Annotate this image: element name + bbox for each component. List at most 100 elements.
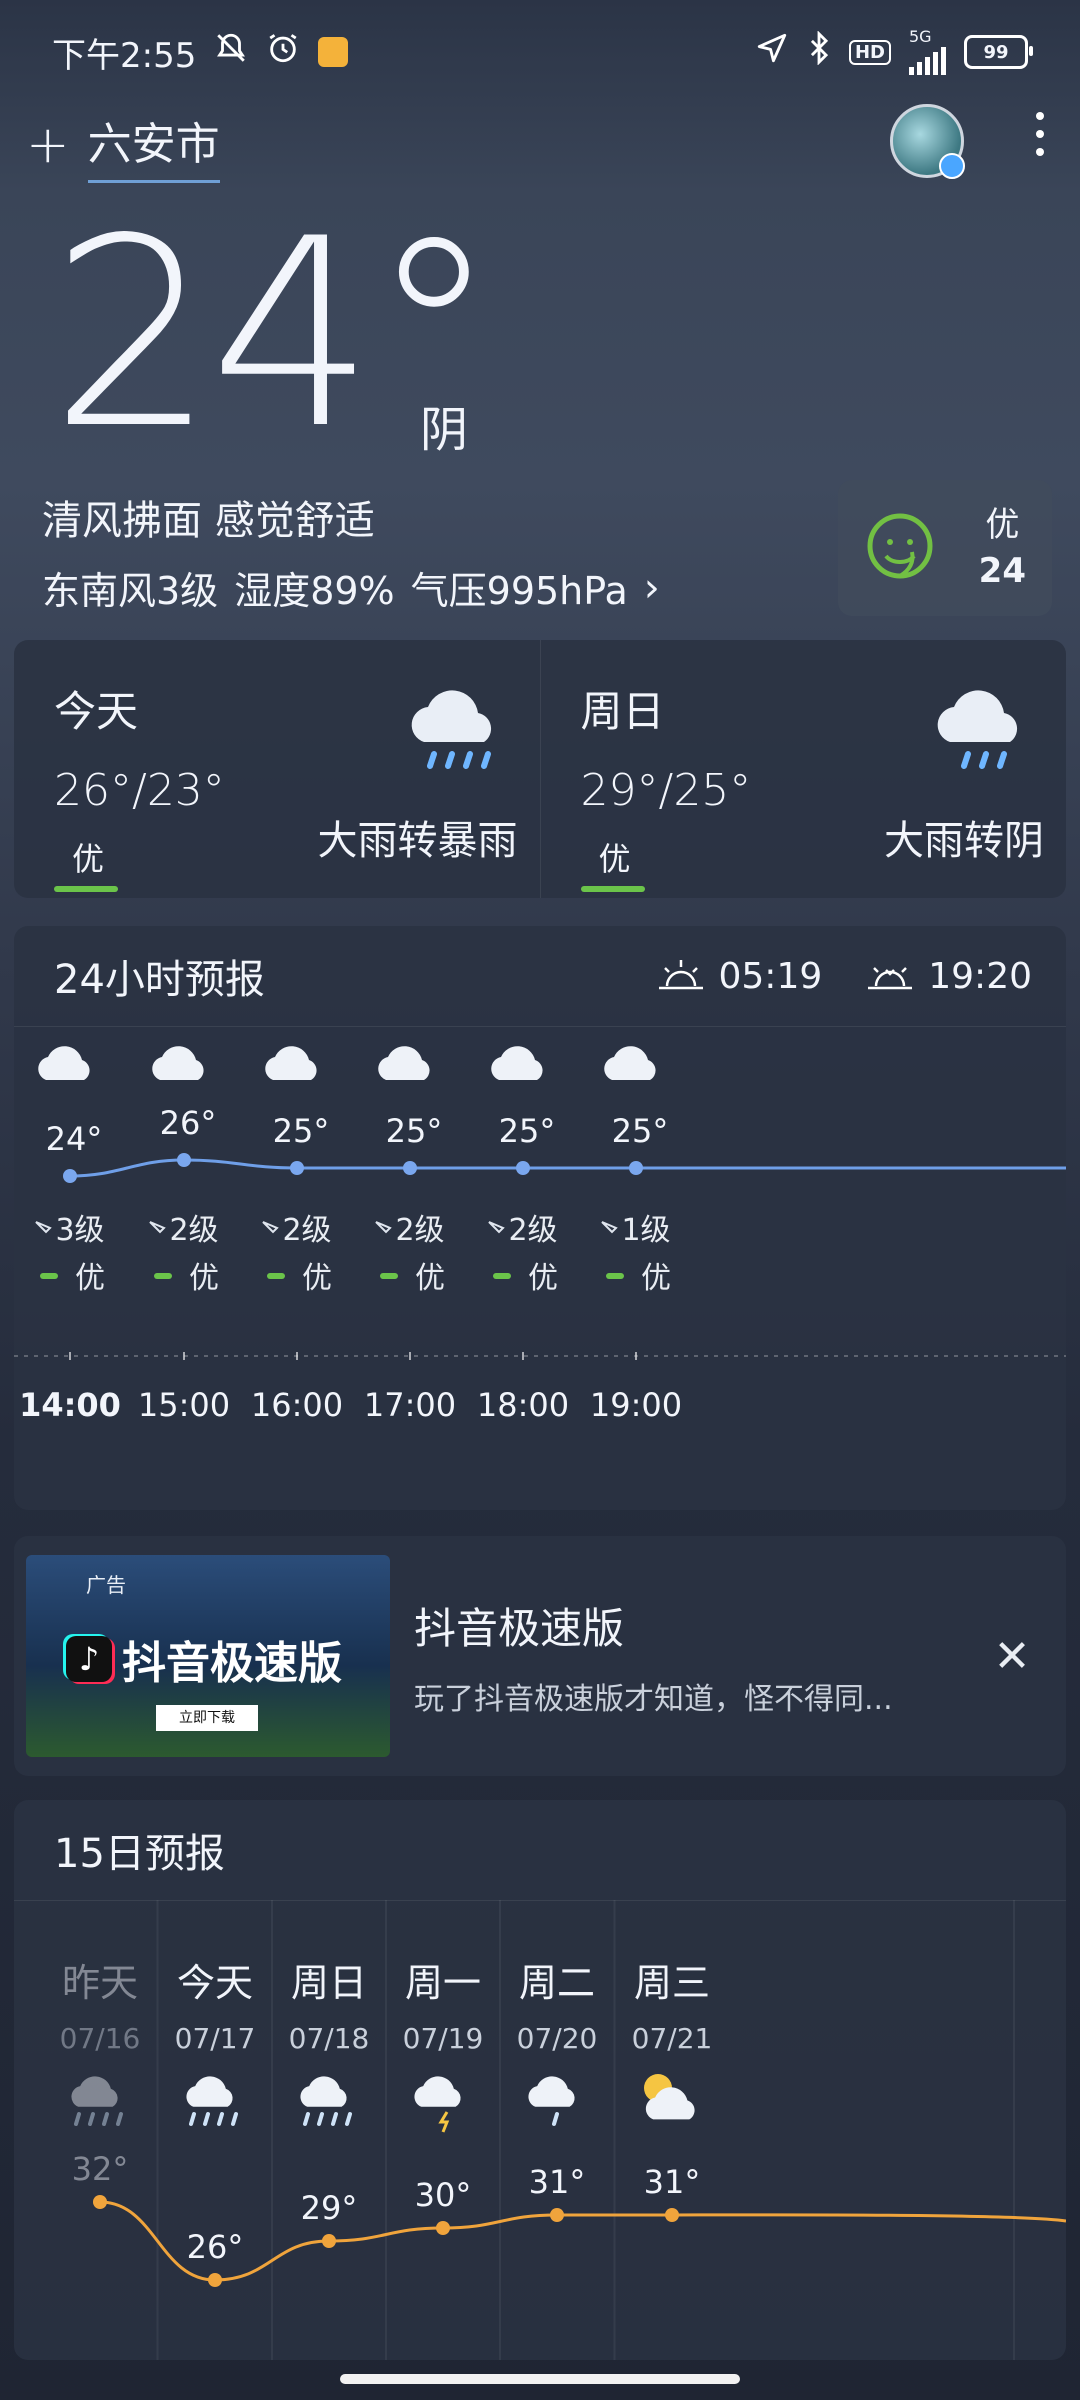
wind-level-label: 2级 [169,1213,218,1248]
day-temp-label: 30° [415,2176,472,2214]
add-city-button[interactable]: + [26,115,70,175]
temp-point [550,2208,564,2222]
day-label: 周日 [291,1961,367,2005]
douyin-logo-icon: ♪ [66,1636,112,1682]
rain-cloud-icon [937,690,1018,769]
temp-point [436,2221,450,2235]
aqi-bar [54,886,118,892]
day-temp-label: 32° [72,2150,129,2188]
temperature-point [290,1161,304,1175]
aqi-bar [580,886,645,892]
cloud-icon [265,1046,317,1080]
section-title: 15日预报 [14,1800,1066,1901]
hourly-temp-label: 25° [612,1112,669,1150]
day-label: 周三 [634,1961,710,2005]
wind-direction-icon [601,1221,618,1234]
sunset-time: 19:20 [928,955,1032,997]
cloud-icon [38,1046,90,1080]
date-label: 07/17 [175,2022,256,2055]
tomorrow-summary[interactable]: 周日 29°/25° 优 大雨转阴 [539,640,1067,898]
wind-level-label: 2级 [395,1213,444,1248]
cloud-icon [152,1046,204,1080]
hourly-temp-label: 25° [499,1112,556,1150]
day-label: 昨天 [62,1961,138,2005]
wind-level-label: 2级 [282,1213,331,1248]
temp-point [322,2234,336,2248]
aqi-label: 优 [528,1261,558,1296]
aqi-label: 优 [985,505,1020,545]
close-icon[interactable]: ✕ [982,1626,1042,1686]
day-label: 周一 [405,1961,481,2005]
bluetooth-icon [807,29,831,74]
sunrise-icon [658,960,703,990]
network-type: 5G [909,27,932,46]
daily-chart[interactable]: 昨天 07/16 32° 今天 07/17 26° 周日 07/18 29° 周一 07/19 30°… [14,1900,1066,2360]
cloud-icon [378,1046,430,1080]
day-temp-label: 29° [301,2189,358,2227]
wind-level-label: 3级 [55,1213,104,1248]
notes-app-icon [318,37,349,67]
wind-direction-icon [149,1221,166,1234]
more-menu-icon[interactable] [1036,112,1044,156]
ad-title: 抖音极速版 [414,1603,625,1653]
ad-image[interactable]: 广告 ♪ 抖音极速版 立即下载 [26,1555,390,1757]
ad-image-title: 抖音极速版 [122,1638,342,1689]
aqi-label: 优 [641,1261,671,1296]
cloud-icon [491,1046,543,1080]
aqi-label: 优 [415,1261,445,1296]
home-indicator[interactable] [340,2374,740,2384]
aqi-bar [267,1273,285,1279]
thunder-rain-icon [414,2076,461,2133]
chevron-right-icon: › [643,564,660,611]
current-condition: 阴 [420,402,469,458]
aqi-bar [380,1273,398,1279]
date-label: 07/18 [289,2022,370,2055]
today-summary[interactable]: 今天 26°/23° 优 大雨转暴雨 [14,640,540,898]
sunrise-time: 05:19 [718,955,823,997]
temperature-point [629,1161,643,1175]
ad-card[interactable]: 广告 ♪ 抖音极速版 立即下载 抖音极速版 玩了抖音极速版才知道，怪不得同... … [14,1536,1066,1776]
battery-icon: 99 [964,35,1033,69]
play-badge-icon [939,153,965,179]
shower-icon [528,2076,575,2126]
temperature-line [69,1158,1066,1178]
aqi-label: 优 [189,1261,219,1296]
humidity-text: 湿度89% [234,569,395,613]
cloud-icon [604,1046,656,1080]
hour-label: 17:00 [364,1386,456,1424]
rain-cloud-icon [411,690,491,769]
avatar[interactable] [890,104,965,179]
hourly-chart[interactable]: 24° 3级优 14:00 26° 2级优 15:00 25° 2级优 16:00 25° 2级优 1… [14,1026,1066,1510]
fifteen-day-card: 15日预报 昨天 07/16 32° 今天 07/17 26° 周日 07/18 29° 周一 07… [14,1800,1066,2360]
status-time: 下午2:55 [52,35,197,76]
status-bar: 下午2:55 HD 5G 99 [52,27,1033,76]
weather-details-link[interactable]: 东南风3级 湿度89% 气压995hPa › [42,560,660,615]
aqi-button[interactable]: 优 24 [838,480,1052,616]
temperature-point [516,1161,530,1175]
hourly-forecast-card: 24小时预报 05:19 19:20 24° 3级优 14:00 26° 2级优 15:0… [14,926,1066,1510]
hour-label: 15:00 [138,1386,230,1424]
city-name[interactable]: 六安市 [87,108,220,183]
aqi-bar [154,1273,172,1279]
aqi-value: 24 [978,551,1026,591]
hourly-temp-label: 24° [46,1120,103,1158]
wind-direction-icon [262,1221,279,1234]
rain-cloud-icon [186,2076,238,2126]
pressure-text: 气压995hPa [410,569,628,613]
aqi-label: 优 [75,1261,105,1296]
weather-description: 大雨转暴雨 [317,818,518,864]
hourly-temp-label: 25° [386,1112,443,1150]
high-temp-line [99,2200,1066,2282]
hour-label: 14:00 [19,1386,121,1424]
hour-label: 16:00 [251,1386,343,1424]
temp-point [93,2195,107,2209]
ad-download-button[interactable]: 立即下载 [156,1705,258,1731]
hourly-temp-label: 26° [160,1104,217,1142]
wind-direction-icon [35,1221,52,1234]
hd-badge: HD [848,39,891,65]
date-label: 07/19 [403,2022,484,2055]
city-header: + 六安市 [26,100,1054,190]
location-icon [755,31,789,74]
rain-cloud-icon [300,2076,352,2126]
two-day-card: 今天 26°/23° 优 大雨转暴雨 周日 29°/25° 优 大雨转阴 [14,640,1066,898]
